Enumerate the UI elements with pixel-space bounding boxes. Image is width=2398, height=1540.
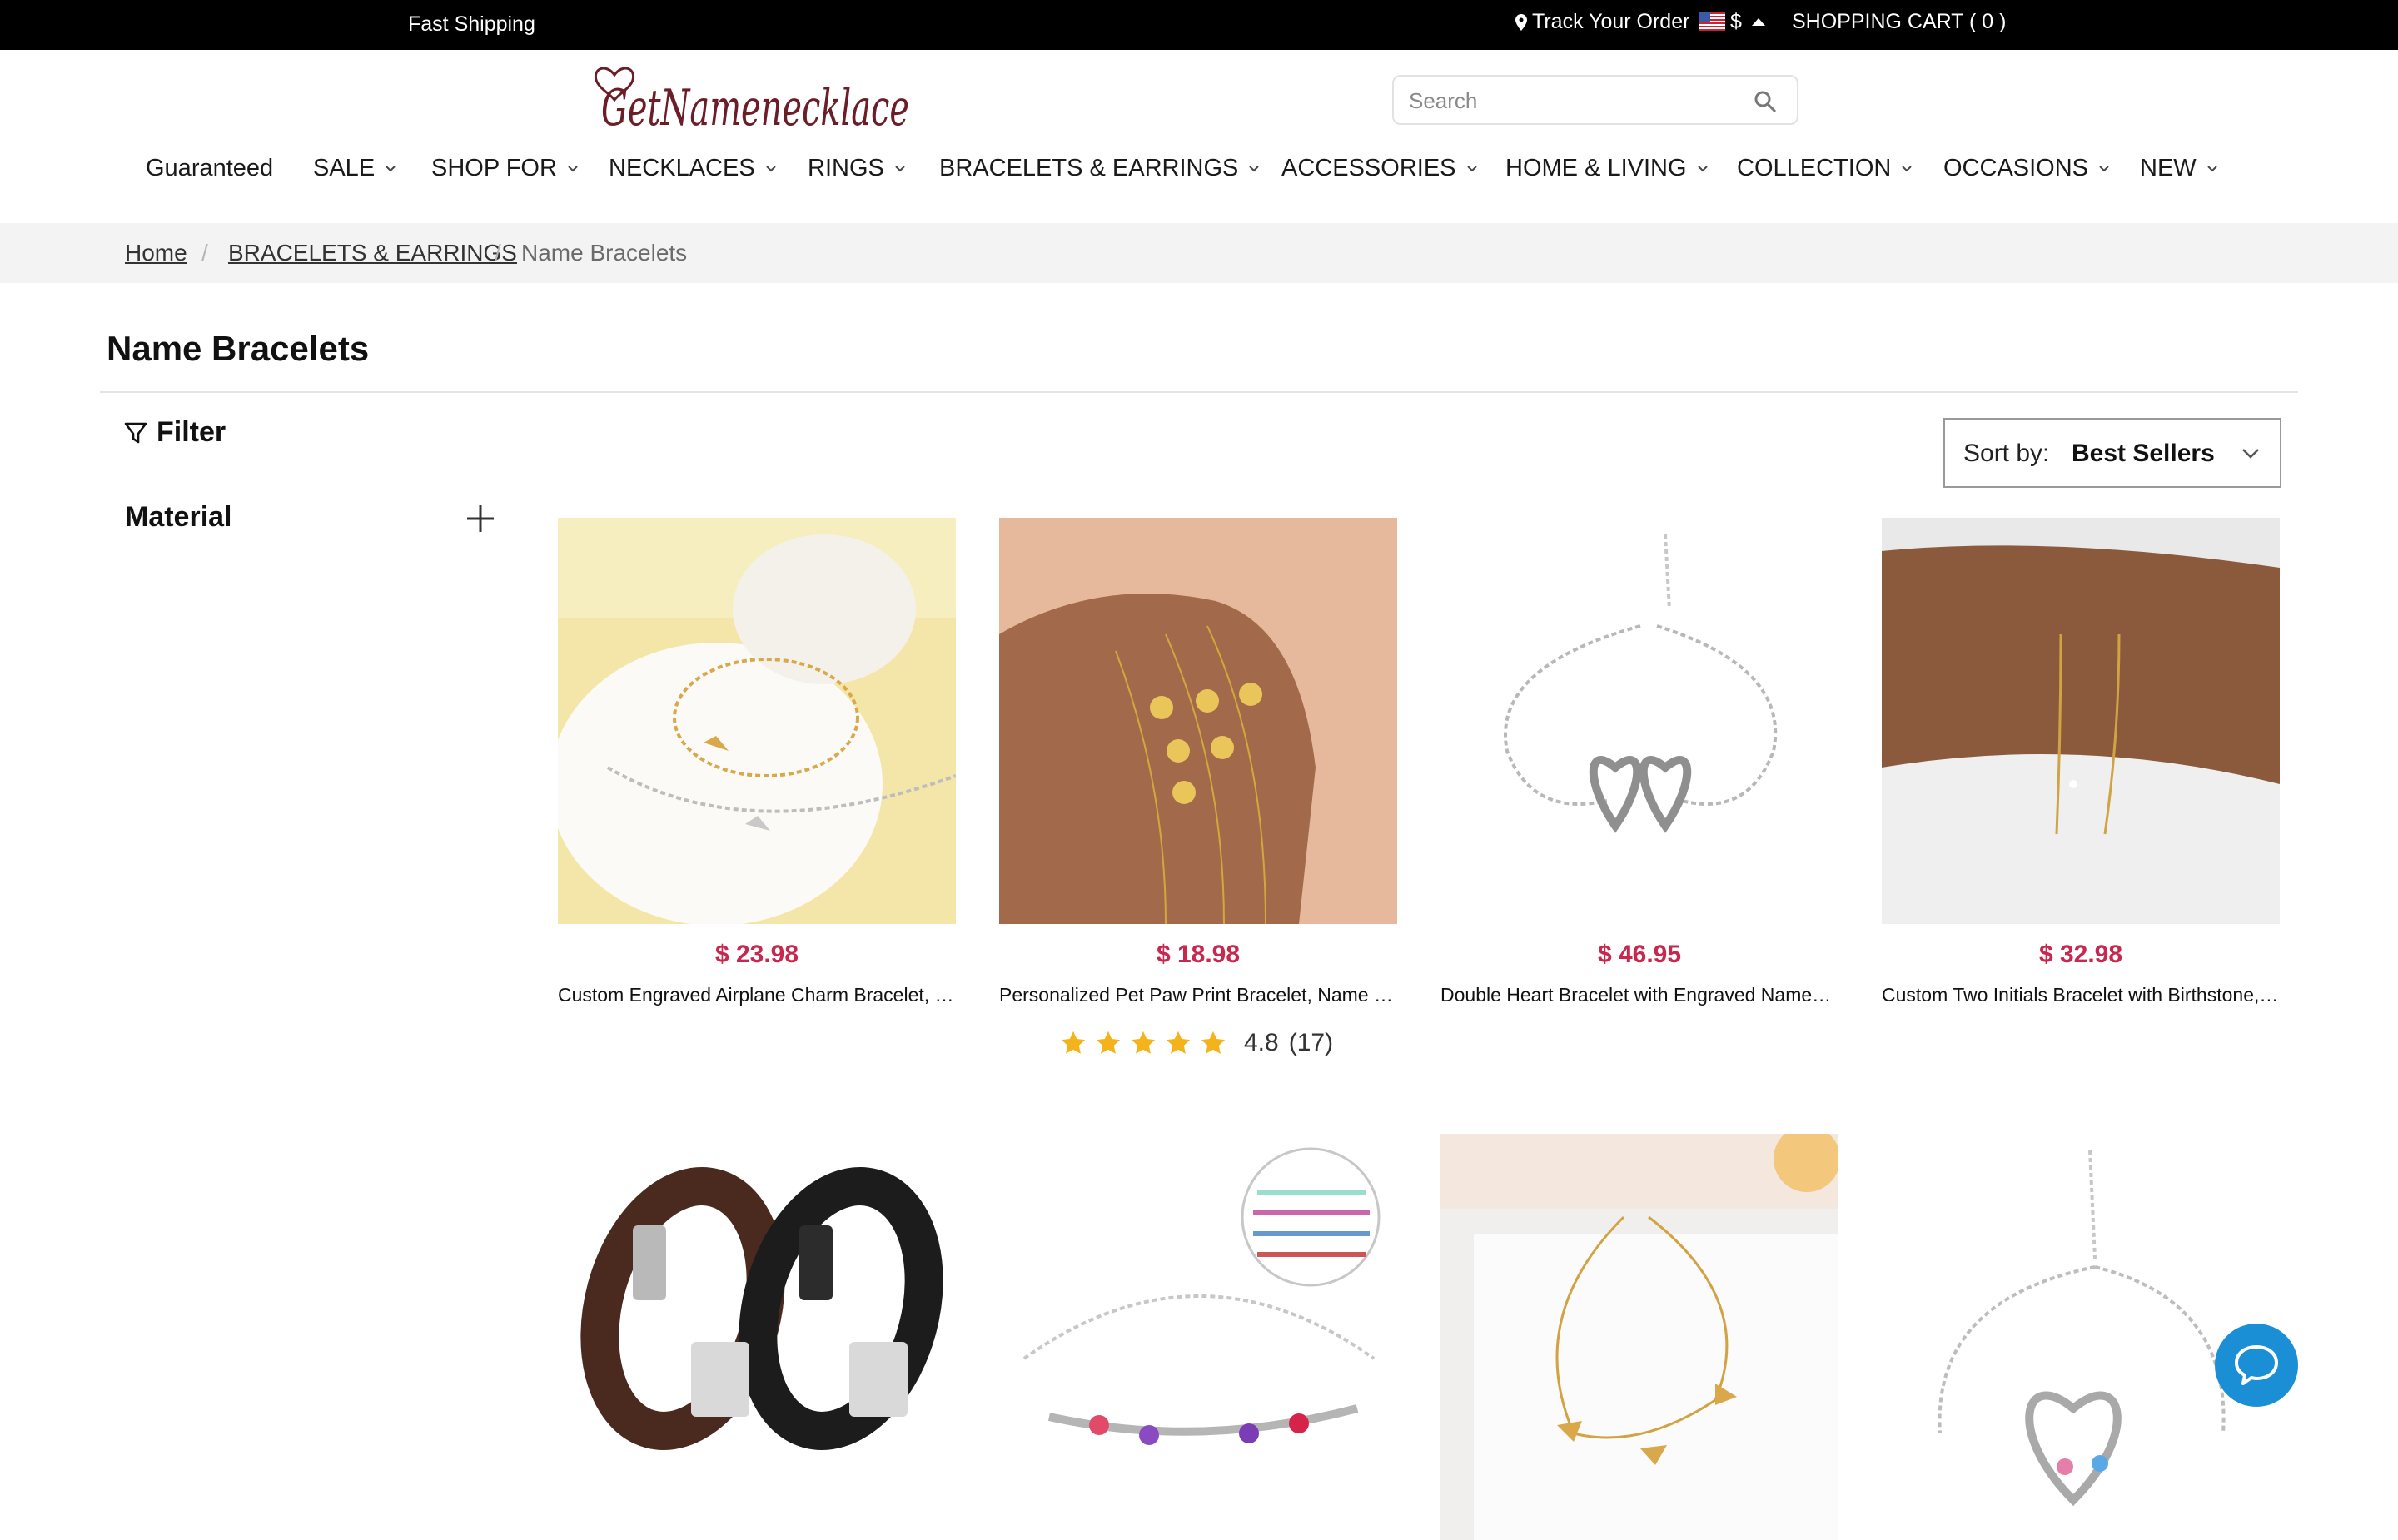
product-image[interactable]	[1882, 1134, 2280, 1540]
breadcrumb-current: Name Bracelets	[521, 240, 688, 266]
chevron-down-icon	[2206, 165, 2217, 171]
product-name[interactable]: Personalized Pet Paw Print Bracelet, Nam…	[999, 984, 1397, 1006]
product-rating: 4.8 (17)	[1059, 1029, 1333, 1057]
top-bar: Fast Shipping Track Your Order $ SHOPPIN…	[0, 0, 2398, 50]
product-price: $ 23.98	[714, 941, 799, 968]
filter-funnel-icon	[124, 422, 147, 443]
filter-label: Filter	[157, 416, 226, 448]
filter-toggle[interactable]: Filter	[123, 416, 226, 449]
location-pin-icon	[1515, 13, 1527, 31]
star-icon	[1166, 1031, 1191, 1054]
plus-icon[interactable]	[465, 503, 496, 534]
star-icon	[1061, 1031, 1086, 1054]
product-card[interactable]: $ 18.98 Personalized Pet Paw Print Brace…	[999, 518, 1397, 1006]
breadcrumb-separator: /	[495, 240, 501, 266]
sort-value: Best Sellers	[2072, 440, 2215, 467]
caret-up-icon[interactable]	[1752, 18, 1765, 26]
main-nav: Guaranteed SALE SHOP FOR NECKLACES RINGS…	[0, 155, 2398, 191]
search-input[interactable]	[1409, 87, 1742, 115]
chevron-down-icon	[895, 165, 905, 171]
nav-label: SHOP FOR	[431, 155, 557, 181]
currency-selector[interactable]: $	[1730, 10, 1742, 34]
nav-item-accessories[interactable]: ACCESSORIES	[1281, 155, 1478, 182]
nav-item-shop-for[interactable]: SHOP FOR	[431, 155, 579, 182]
product-price: $ 32.98	[2038, 941, 2123, 968]
site-logo[interactable]: GetNamenecklace	[591, 57, 916, 147]
nav-label: HOME & LIVING	[1505, 155, 1687, 181]
rating-score: 4.8	[1244, 1029, 1279, 1056]
product-name[interactable]: Double Heart Bracelet with Engraved Name…	[1440, 984, 1838, 1006]
chevron-down-icon	[568, 165, 578, 171]
live-chat-button[interactable]	[2215, 1324, 2298, 1407]
nav-item-guaranteed[interactable]: Guaranteed	[146, 155, 273, 182]
nav-label: COLLECTION	[1737, 155, 1892, 181]
chevron-down-icon	[1249, 165, 1260, 171]
product-card[interactable]	[1440, 1134, 1838, 1540]
nav-label: BRACELETS & EARRINGS	[939, 155, 1239, 181]
nav-item-new[interactable]: NEW	[2140, 155, 2218, 182]
product-card[interactable]: $ 46.95 Double Heart Bracelet with Engra…	[1440, 518, 1838, 1006]
product-image[interactable]	[999, 1134, 1397, 1540]
chevron-down-icon	[2242, 449, 2259, 459]
product-image[interactable]	[558, 1134, 956, 1540]
nav-label: RINGS	[808, 155, 884, 181]
fast-shipping-text: Fast Shipping	[408, 12, 535, 36]
chevron-down-icon	[2099, 165, 2109, 171]
chevron-down-icon	[1902, 165, 1913, 171]
breadcrumb-home[interactable]: Home	[125, 240, 187, 266]
nav-item-rings[interactable]: RINGS	[808, 155, 906, 182]
track-order-label: Track Your Order	[1532, 10, 1690, 33]
us-flag-icon[interactable]	[1699, 12, 1725, 31]
nav-item-necklaces[interactable]: NECKLACES	[609, 155, 777, 182]
product-card[interactable]: $ 32.98 Custom Two Initials Bracelet wit…	[1882, 518, 2280, 1006]
chevron-down-icon	[765, 165, 776, 171]
product-image[interactable]	[1882, 518, 2280, 924]
star-icon	[1096, 1031, 1121, 1054]
product-card[interactable]	[558, 1134, 956, 1540]
product-name[interactable]: Custom Two Initials Bracelet with Births…	[1882, 984, 2280, 1006]
divider	[100, 391, 2298, 393]
star-icon	[1201, 1031, 1226, 1054]
nav-label: NEW	[2140, 155, 2197, 181]
shopping-cart-link[interactable]: SHOPPING CART ( 0 )	[1792, 10, 2006, 34]
nav-label: SALE	[313, 155, 376, 181]
page-title: Name Bracelets	[107, 329, 370, 368]
nav-item-bracelets-earrings[interactable]: BRACELETS & EARRINGS	[939, 155, 1260, 182]
nav-label: Guaranteed	[146, 155, 274, 181]
product-card[interactable]	[1882, 1134, 2280, 1540]
search-icon[interactable]	[1754, 90, 1777, 113]
chevron-down-icon	[1466, 165, 1477, 171]
product-price: $ 46.95	[1597, 941, 1682, 968]
chevron-down-icon	[1697, 165, 1708, 171]
product-price: $ 18.98	[1156, 941, 1241, 968]
material-filter-heading[interactable]: Material	[125, 501, 232, 534]
nav-item-sale[interactable]: SALE	[313, 155, 396, 182]
chevron-down-icon	[386, 165, 396, 171]
svg-text:GetNamenecklace: GetNamenecklace	[601, 79, 909, 137]
chat-bubble-icon	[2235, 1345, 2278, 1385]
nav-label: ACCESSORIES	[1281, 155, 1456, 181]
breadcrumb: Home / BRACELETS & EARRINGS / Name Brace…	[0, 223, 2398, 283]
rating-count: (17)	[1288, 1029, 1334, 1056]
product-card[interactable]	[999, 1134, 1397, 1540]
product-card[interactable]: $ 23.98 Custom Engraved Airplane Charm B…	[558, 518, 956, 1006]
product-name[interactable]: Custom Engraved Airplane Charm Bracelet,…	[558, 984, 956, 1006]
product-image[interactable]	[558, 518, 956, 924]
sort-dropdown[interactable]: Sort by: Best Sellers	[1943, 418, 2281, 488]
nav-item-collection[interactable]: COLLECTION	[1737, 155, 1913, 182]
track-order-link[interactable]: Track Your Order	[1515, 10, 1689, 34]
search-box[interactable]	[1392, 75, 1798, 125]
product-image[interactable]	[1440, 1134, 1838, 1540]
breadcrumb-category[interactable]: BRACELETS & EARRINGS	[228, 240, 517, 266]
star-icon	[1131, 1031, 1156, 1054]
nav-item-home-living[interactable]: HOME & LIVING	[1505, 155, 1709, 182]
product-image[interactable]	[1440, 518, 1838, 924]
sort-label: Sort by:	[1963, 440, 2050, 467]
nav-item-occasions[interactable]: OCCASIONS	[1943, 155, 2110, 182]
product-image[interactable]	[999, 518, 1397, 924]
breadcrumb-separator: /	[201, 240, 208, 266]
nav-label: OCCASIONS	[1943, 155, 2089, 181]
nav-label: NECKLACES	[609, 155, 755, 181]
